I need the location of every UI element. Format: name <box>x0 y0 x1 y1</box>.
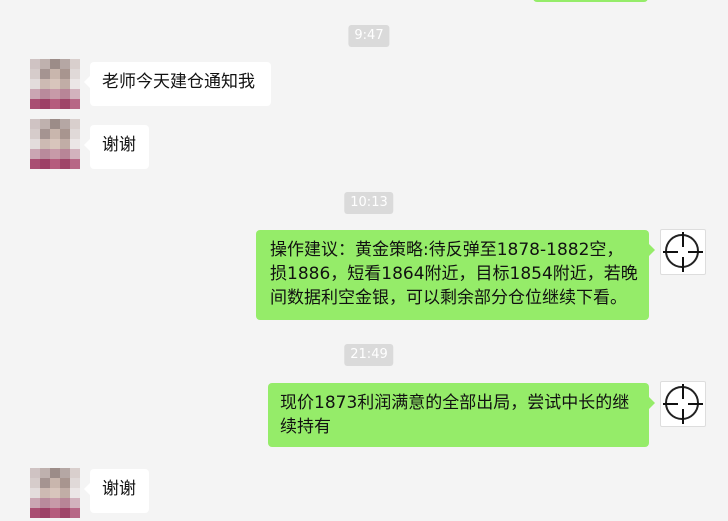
message-text: 谢谢 <box>102 479 136 499</box>
message-text: 谢谢 <box>102 135 136 155</box>
contact-avatar[interactable] <box>30 59 80 109</box>
previous-message-bubble[interactable] <box>533 0 648 2</box>
incoming-message-bubble[interactable]: 谢谢 <box>84 469 149 513</box>
contact-avatar[interactable] <box>30 119 80 169</box>
timestamp: 21:49 <box>344 344 394 366</box>
incoming-message-bubble[interactable]: 老师今天建仓通知我 <box>84 62 271 106</box>
outgoing-message-bubble[interactable]: 现价1873利润满意的全部出局，尝试中长的继续持有 <box>268 383 655 447</box>
self-avatar[interactable] <box>660 381 706 427</box>
message-text: 操作建议：黄金策略:待反弹至1878-1882空，损1886，短看1864附近，… <box>270 240 638 308</box>
contact-avatar[interactable] <box>30 468 80 518</box>
self-avatar[interactable] <box>660 229 706 275</box>
message-text: 现价1873利润满意的全部出局，尝试中长的继续持有 <box>280 393 630 437</box>
outgoing-message-bubble[interactable]: 操作建议：黄金策略:待反弹至1878-1882空，损1886，短看1864附近，… <box>256 230 655 320</box>
timestamp: 10:13 <box>344 192 394 214</box>
message-text: 老师今天建仓通知我 <box>102 72 255 92</box>
timestamp: 9:47 <box>348 25 390 47</box>
chat-area: 9:47 老师今天建仓通知我 谢谢 10:13 操作建议：黄金策略:待反弹至18… <box>0 0 728 521</box>
incoming-message-bubble[interactable]: 谢谢 <box>84 125 149 169</box>
